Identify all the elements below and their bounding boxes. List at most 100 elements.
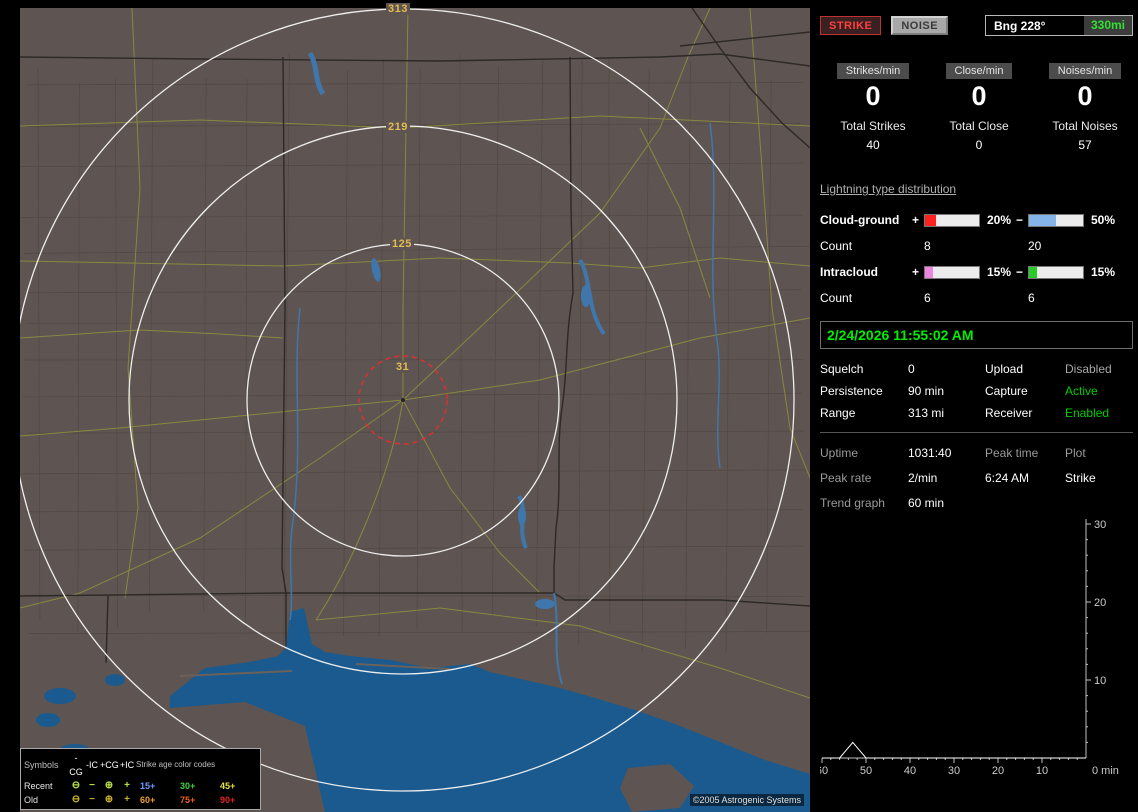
svg-text:40: 40 [904,765,916,777]
plus-sign: + [912,213,920,227]
uptime-value: 1031:40 [908,446,952,460]
cg-count-label: Count [820,239,853,253]
strike-symbol-legend: Symbols -CG -IC +CG +IC Strike age color… [20,748,261,810]
plot-value: Strike [1065,471,1096,485]
strikes-per-min-header: Strikes/min [836,63,910,79]
peak-time-value: 6:24 AM [985,471,1030,485]
noises-per-min-header: Noises/min [1048,63,1122,79]
cg-positive-bar-fill [925,214,936,226]
legend-col-pos-cg: +CG [100,760,119,770]
minus-sign: − [1016,213,1024,227]
uptime-label: Uptime [820,446,859,460]
squelch-value: 0 [908,362,915,376]
trend-graph-window: 60 min [908,496,945,510]
total-noises-value: 57 [1078,138,1092,152]
svg-text:20: 20 [1094,597,1106,609]
svg-text:30: 30 [948,765,960,777]
legend-col-pos-ic: +IC [119,760,135,770]
total-strikes-label: Total Strikes [840,119,906,133]
pos-cg-old-icon: ⊕ [104,794,114,805]
ic-negative-bar [1028,265,1084,279]
svg-text:0 min: 0 min [1092,765,1119,777]
radar-map[interactable]: 313 219 125 31 Symbols -CG -IC +CG +IC S… [20,3,810,812]
legend-col-neg-ic: -IC [86,760,98,770]
plot-label: Plot [1065,446,1086,460]
cg-negative-pct: 50% [1091,213,1116,227]
total-close-value: 0 [975,138,983,152]
receiver-label: Receiver [985,406,1033,420]
intracloud-row: Intracloud + 15% − 15% [820,259,1138,285]
trend-graph-canvas: 30 20 10 60 50 40 30 20 10 0 min [816,519,1119,777]
cg-positive-pct: 20% [987,213,1012,227]
range-ring-label-313: 313 [386,3,410,15]
lightning-type-distribution: Lightning type distribution Cloud-ground… [820,182,1138,311]
svg-text:10: 10 [1036,765,1048,777]
intracloud-count-row: Count 6 6 [820,285,1138,311]
strikes-per-min-value: 0 [865,81,881,111]
receiver-status: Enabled [1065,406,1110,420]
app-window: { "map": { "ring_labels": ["313", "219",… [0,0,1138,812]
noise-mode-button[interactable]: NOISE [891,16,949,35]
peak-rate-value: 2/min [908,471,938,485]
bearing-readout: Bng 228° 330mi [985,15,1133,36]
cg-negative-bar-fill [1029,214,1056,226]
bearing-label: Bng 228° [994,18,1046,33]
close-per-min-column: Close/min 0 Total Close 0 [926,63,1032,152]
ic-positive-count: 6 [924,291,931,305]
strikes-per-min-column: Strikes/min 0 Total Strikes 40 [820,63,926,152]
age-90-label: 90+ [220,795,236,805]
ic-positive-pct: 15% [987,265,1012,279]
total-close-label: Total Close [949,119,1009,133]
persistence-label: Persistence [820,384,883,398]
peak-time-label: Peak time [985,446,1039,460]
legend-row-recent-label: Recent [24,781,53,791]
capture-label: Capture [985,384,1028,398]
total-noises-label: Total Noises [1052,119,1118,133]
legend-col-neg-cg: -CG [69,753,83,777]
intracloud-label: Intracloud [820,265,879,279]
cg-negative-bar [1028,213,1084,227]
bearing-distance: 330mi [1083,16,1132,35]
cloud-ground-row: Cloud-ground + 20% − 50% [820,207,1138,233]
plus-sign: + [912,265,920,279]
persistence-value: 90 min [908,384,945,398]
svg-text:60: 60 [820,765,828,777]
neg-cg-recent-icon: ⊖ [71,780,81,791]
settings-readout: Squelch 0 Upload Disabled Persistence 90… [820,362,1138,420]
range-value: 313 mi [908,406,945,420]
display-mode-controls: STRIKE NOISE Bng 228° 330mi [820,15,1138,36]
cg-negative-count: 20 [1028,239,1042,253]
range-ring-label-31: 31 [394,361,412,373]
range-ring-label-219: 219 [386,121,410,133]
cg-positive-count: 8 [924,239,931,253]
age-30-label: 30+ [180,781,196,791]
legend-row-old-label: Old [24,795,39,805]
rate-counters: Strikes/min 0 Total Strikes 40 Close/min… [820,63,1138,152]
total-strikes-value: 40 [866,138,880,152]
close-per-min-header: Close/min [945,63,1013,79]
strike-mode-button[interactable]: STRIKE [820,16,882,35]
capture-status: Active [1065,384,1098,398]
status-readout: Uptime 1031:40 Peak time Plot Peak rate … [820,446,1138,510]
current-datetime: 2/24/2026 11:55:02 AM [827,327,974,343]
control-panel: STRIKE NOISE Bng 228° 330mi Strikes/min … [815,0,1138,812]
pos-ic-recent-icon: + [124,780,130,791]
age-60-label: 60+ [140,795,156,805]
pos-cg-recent-icon: ⊕ [104,780,114,791]
ic-positive-bar-fill [925,266,934,278]
clock-display: 2/24/2026 11:55:02 AM [820,321,1133,349]
close-per-min-value: 0 [971,81,987,111]
age-75-label: 75+ [180,795,196,805]
range-label: Range [820,406,856,420]
squelch-label: Squelch [820,362,864,376]
ic-count-label: Count [820,291,853,305]
noises-per-min-column: Noises/min 0 Total Noises 57 [1032,63,1138,152]
legend-age-header: Strike age color codes [136,760,216,769]
strike-trend-graph: 30 20 10 60 50 40 30 20 10 0 min [816,516,1138,785]
copyright-notice: ©2005 Astrogenic Systems [689,794,804,806]
svg-text:10: 10 [1094,675,1106,687]
ic-negative-pct: 15% [1091,265,1116,279]
station-marker [401,398,405,402]
